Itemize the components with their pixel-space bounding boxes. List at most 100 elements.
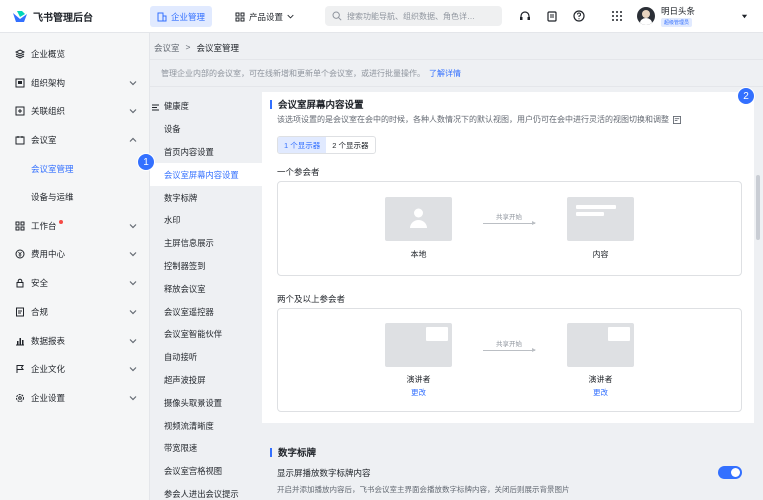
subnav-label: 参会人进出会议提示 — [164, 488, 239, 499]
sidebar-item-settings[interactable]: 企业设置 — [0, 385, 150, 411]
chevron-down-icon — [129, 281, 137, 286]
sidebar-item-org[interactable]: 组织架构 — [0, 70, 150, 96]
subnav-item[interactable]: 参会人进出会议提示 — [150, 483, 262, 500]
subnav-label: 带宽限速 — [164, 443, 198, 454]
role-badge: 超级管理员 — [661, 18, 693, 27]
change-share-view-link[interactable]: 更改 — [567, 387, 634, 398]
subnav-label: 会议室遥控器 — [164, 306, 214, 317]
local-caption: 本地 — [410, 250, 427, 259]
arrow-right-icon — [483, 348, 536, 352]
tab-label: 产品设置 — [249, 11, 284, 22]
subnav-label: 水印 — [164, 215, 181, 226]
subnav-item[interactable]: 带宽限速 — [150, 437, 262, 460]
subnav-label: 摄像头取景设置 — [164, 397, 223, 408]
chart-icon — [16, 338, 24, 346]
sidebar-item-security[interactable]: 安全 — [0, 270, 150, 296]
sidebar-item-label: 数据报表 — [31, 336, 66, 346]
subnav-item[interactable]: 会议室遥控器 — [150, 300, 262, 323]
search-box[interactable] — [325, 6, 502, 26]
subnav-item[interactable]: 设备 — [150, 118, 262, 141]
subnav-item[interactable]: 水印 — [150, 209, 262, 232]
sidebar-item-label: 组织架构 — [31, 78, 66, 88]
chevron-down-icon — [129, 396, 137, 401]
arrow-right-icon — [483, 221, 536, 225]
sidebar-item-associated-org[interactable]: 关联组织 — [0, 98, 150, 124]
help-icon[interactable] — [573, 10, 585, 22]
subnav-label: 释放会议室 — [164, 283, 206, 294]
multi-participant-card — [277, 308, 742, 412]
sidebar-item-devices-ops[interactable]: 设备与运维 — [0, 184, 150, 210]
collapse-menu-icon[interactable] — [151, 103, 160, 112]
subnav-label: 主屏信息展示 — [164, 238, 214, 249]
headset-icon[interactable] — [519, 10, 531, 22]
sidebar-item-label: 安全 — [31, 278, 49, 288]
tab-enterprise-management[interactable]: 企业管理 — [150, 6, 213, 27]
chevron-down-icon — [129, 367, 137, 372]
apps-grid-icon[interactable] — [611, 10, 623, 22]
subnav-item[interactable]: 视频流清晰度 — [150, 414, 262, 437]
subnav-label: 控制器签到 — [164, 260, 206, 271]
signage-toggle[interactable] — [718, 466, 742, 479]
segment-two-displays[interactable]: 2 个显示器 — [326, 137, 374, 153]
org-icon — [15, 78, 25, 88]
chevron-down-icon — [129, 252, 137, 257]
subnav-item[interactable]: 自动接听 — [150, 346, 262, 369]
sidebar-item-overview[interactable]: 企业概览 — [0, 41, 150, 67]
segment-one-display[interactable]: 1 个显示器 — [278, 137, 327, 153]
chevron-down-icon — [129, 109, 137, 114]
sidebar-item-workplace[interactable]: 工作台 — [0, 213, 150, 239]
sidebar-item-compliance[interactable]: 合规 — [0, 299, 150, 325]
breadcrumb-parent[interactable]: 会议室 — [154, 42, 180, 54]
subnav-item[interactable]: 首页内容设置 — [150, 141, 262, 164]
signage-setting-description: 开启并添加播放内容后，飞书会议室主界面会播放数字标牌内容，关闭后则展示背景图片 — [277, 485, 570, 494]
subnav-item[interactable]: 主屏信息展示 — [150, 232, 262, 255]
preview-icon[interactable] — [673, 115, 681, 124]
user-name: 明日头条 — [661, 6, 696, 16]
sidebar-item-meeting-room-management[interactable]: 会议室管理 — [0, 156, 150, 182]
section-title-text: 数字标牌 — [278, 448, 317, 459]
sidebar-item-meeting-room[interactable]: 会议室 — [0, 127, 150, 153]
subnav-item[interactable]: 健康度 — [150, 95, 262, 118]
app-logo[interactable]: 飞书管理后台 — [12, 9, 93, 24]
settings-subnav: 健康度 设备 首页内容设置 会议室屏幕内容设置 数字标牌 水印 主屏信息展示 控… — [150, 92, 262, 500]
sidebar-item-billing[interactable]: 费用中心 — [0, 241, 150, 267]
sidebar-item-label: 会议室 — [31, 135, 57, 145]
sidebar: 企业概览 组织架构 关联组织 会议室 会议室管理 设备与运维 工作台 费用中心 … — [0, 33, 150, 500]
user-menu[interactable]: 明日头条 超级管理员 — [637, 5, 695, 27]
subnav-item[interactable]: 超声波投屏 — [150, 369, 262, 392]
person-icon — [410, 208, 427, 228]
subnav-label: 视频流清晰度 — [164, 420, 214, 431]
subnav-item[interactable]: 摄像头取景设置 — [150, 391, 262, 414]
sidebar-item-reports[interactable]: 数据报表 — [0, 328, 150, 354]
subnav-item[interactable]: 控制器签到 — [150, 255, 262, 278]
subnav-item[interactable]: 会议室智能伙伴 — [150, 323, 262, 346]
change-speaker-view-link[interactable]: 更改 — [385, 387, 452, 398]
section-title: 会议室屏幕内容设置 — [270, 97, 364, 111]
subnav-label: 自动接听 — [164, 352, 198, 363]
subnav-item[interactable]: 释放会议室 — [150, 277, 262, 300]
sidebar-item-culture[interactable]: 企业文化 — [0, 356, 150, 382]
scrollbar[interactable] — [756, 175, 760, 240]
page-description: 管理企业内部的会议室，可在线新增和更新单个会议室，或进行批量操作。 了解详情 — [150, 59, 763, 87]
caret-down-icon[interactable] — [741, 13, 748, 20]
notification-dot — [58, 220, 63, 224]
learn-more-link[interactable]: 了解详情 — [429, 68, 461, 79]
subnav-label: 健康度 — [164, 101, 189, 112]
chevron-up-icon — [129, 137, 137, 142]
tab-product-settings[interactable]: 产品设置 — [228, 6, 301, 27]
search-input[interactable] — [347, 11, 497, 21]
speaker-view-preview — [385, 323, 452, 367]
clipboard-icon[interactable] — [546, 10, 558, 22]
subnav-item-active[interactable]: 会议室屏幕内容设置 — [150, 163, 262, 187]
breadcrumb-current: 会议室管理 — [196, 43, 239, 53]
sidebar-item-label: 会议室管理 — [31, 164, 74, 174]
subnav-item[interactable]: 数字标牌 — [150, 186, 262, 209]
feishu-logo-icon — [13, 10, 27, 22]
step-badge-2: 2 — [737, 87, 755, 105]
sidebar-item-label: 合规 — [31, 307, 49, 317]
subnav-item[interactable]: 会议室宫格视图 — [150, 460, 262, 483]
subnav-label: 数字标牌 — [164, 192, 198, 203]
local-view-preview — [385, 197, 452, 241]
chevron-down-icon — [287, 14, 294, 19]
speaker-share-caption: 演讲者 — [588, 375, 613, 384]
